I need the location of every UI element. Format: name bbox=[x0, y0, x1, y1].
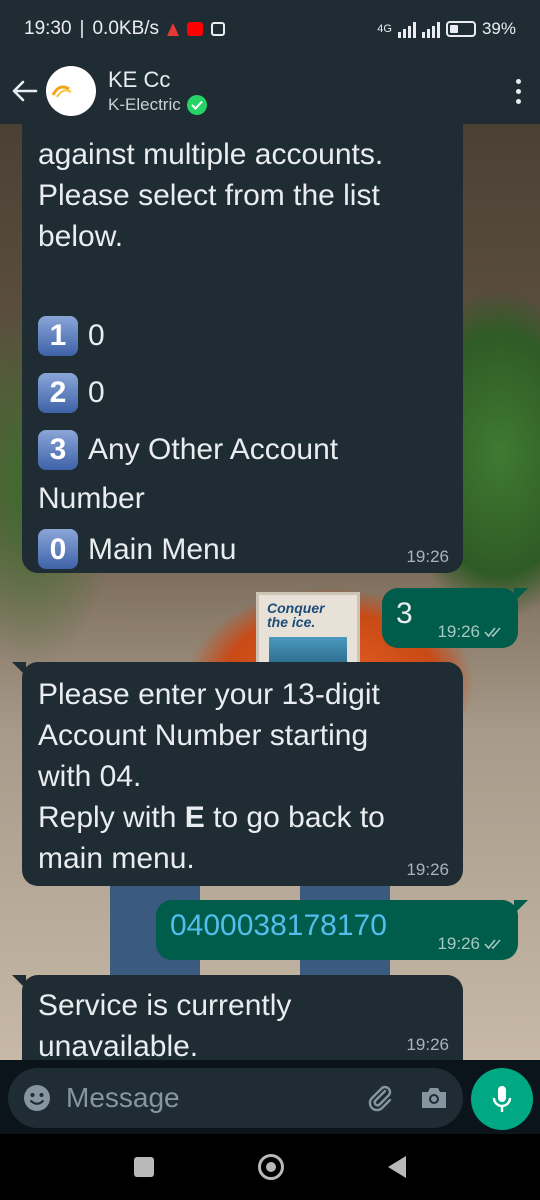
message-time: 19:26 bbox=[406, 1035, 449, 1054]
home-button[interactable] bbox=[258, 1154, 284, 1180]
emoji-icon[interactable] bbox=[22, 1083, 52, 1113]
signal-icon bbox=[397, 20, 416, 38]
message-placeholder: Message bbox=[66, 1082, 180, 1113]
dot-icon bbox=[515, 78, 521, 84]
message-input[interactable]: Message bbox=[8, 1068, 463, 1128]
verified-badge-icon bbox=[186, 95, 207, 115]
microphone-icon bbox=[492, 1086, 512, 1112]
arrow-left-icon bbox=[12, 80, 38, 102]
contact-subtitle: K-Electric bbox=[108, 95, 181, 114]
status-bar: 19:30 | 0.0KB/s 4G 39% bbox=[0, 0, 540, 58]
message-time: 19:26 bbox=[437, 622, 504, 642]
battery-icon bbox=[445, 21, 476, 37]
message-outgoing[interactable]: 0400038178170 19:26 bbox=[156, 900, 528, 960]
net-speed: 0.0KB/s bbox=[92, 18, 160, 39]
avatar[interactable] bbox=[46, 66, 96, 116]
chat-area[interactable]: Conquer the ice. against multiple account… bbox=[0, 124, 540, 1060]
nav-back-button[interactable] bbox=[388, 1156, 406, 1178]
keycap-1-icon: 1 bbox=[38, 315, 78, 356]
battery-percent: 39% bbox=[481, 19, 516, 38]
double-check-icon bbox=[484, 939, 501, 950]
composer-bar: Message bbox=[0, 1060, 540, 1134]
contact-info[interactable]: KE Cc K-Electric bbox=[108, 67, 207, 115]
chat-header: KE Cc K-Electric bbox=[0, 58, 540, 124]
dot-icon bbox=[515, 98, 521, 104]
dot-icon bbox=[515, 88, 521, 94]
youtube-icon bbox=[187, 22, 204, 36]
k-electric-logo bbox=[51, 85, 72, 98]
wallpaper-photo-detail: Conquer the ice. bbox=[256, 592, 360, 672]
signal-2-icon bbox=[421, 20, 440, 38]
recents-button[interactable] bbox=[134, 1157, 154, 1177]
keycap-2-icon: 2 bbox=[38, 372, 78, 413]
message-time: 19:26 bbox=[406, 547, 449, 566]
message-time: 19:26 bbox=[437, 934, 504, 954]
message-outgoing[interactable]: 3 19:26 bbox=[382, 588, 528, 648]
network-type: 4G bbox=[377, 23, 392, 35]
message-incoming[interactable]: against multiple accounts. Please select… bbox=[22, 124, 463, 573]
contact-name: KE Cc bbox=[108, 67, 171, 92]
double-check-icon bbox=[484, 627, 501, 638]
keycap-3-icon: 3 bbox=[38, 429, 78, 470]
message-time: 19:26 bbox=[406, 860, 449, 879]
message-incoming[interactable]: Please enter your 13-digit Account Numbe… bbox=[12, 662, 463, 886]
app-notification-icon bbox=[167, 22, 180, 36]
status-time: 19:30 bbox=[24, 18, 72, 39]
voice-record-button[interactable] bbox=[471, 1068, 533, 1130]
message-incoming[interactable]: Service is currently unavailable. 19:26 bbox=[12, 975, 463, 1060]
system-nav-bar bbox=[0, 1134, 540, 1200]
play-store-icon bbox=[211, 22, 226, 36]
camera-icon[interactable] bbox=[419, 1084, 449, 1112]
keycap-0-icon: 0 bbox=[38, 529, 78, 569]
attach-icon[interactable] bbox=[365, 1083, 395, 1113]
back-button[interactable] bbox=[10, 76, 40, 106]
more-options-button[interactable] bbox=[506, 71, 530, 111]
